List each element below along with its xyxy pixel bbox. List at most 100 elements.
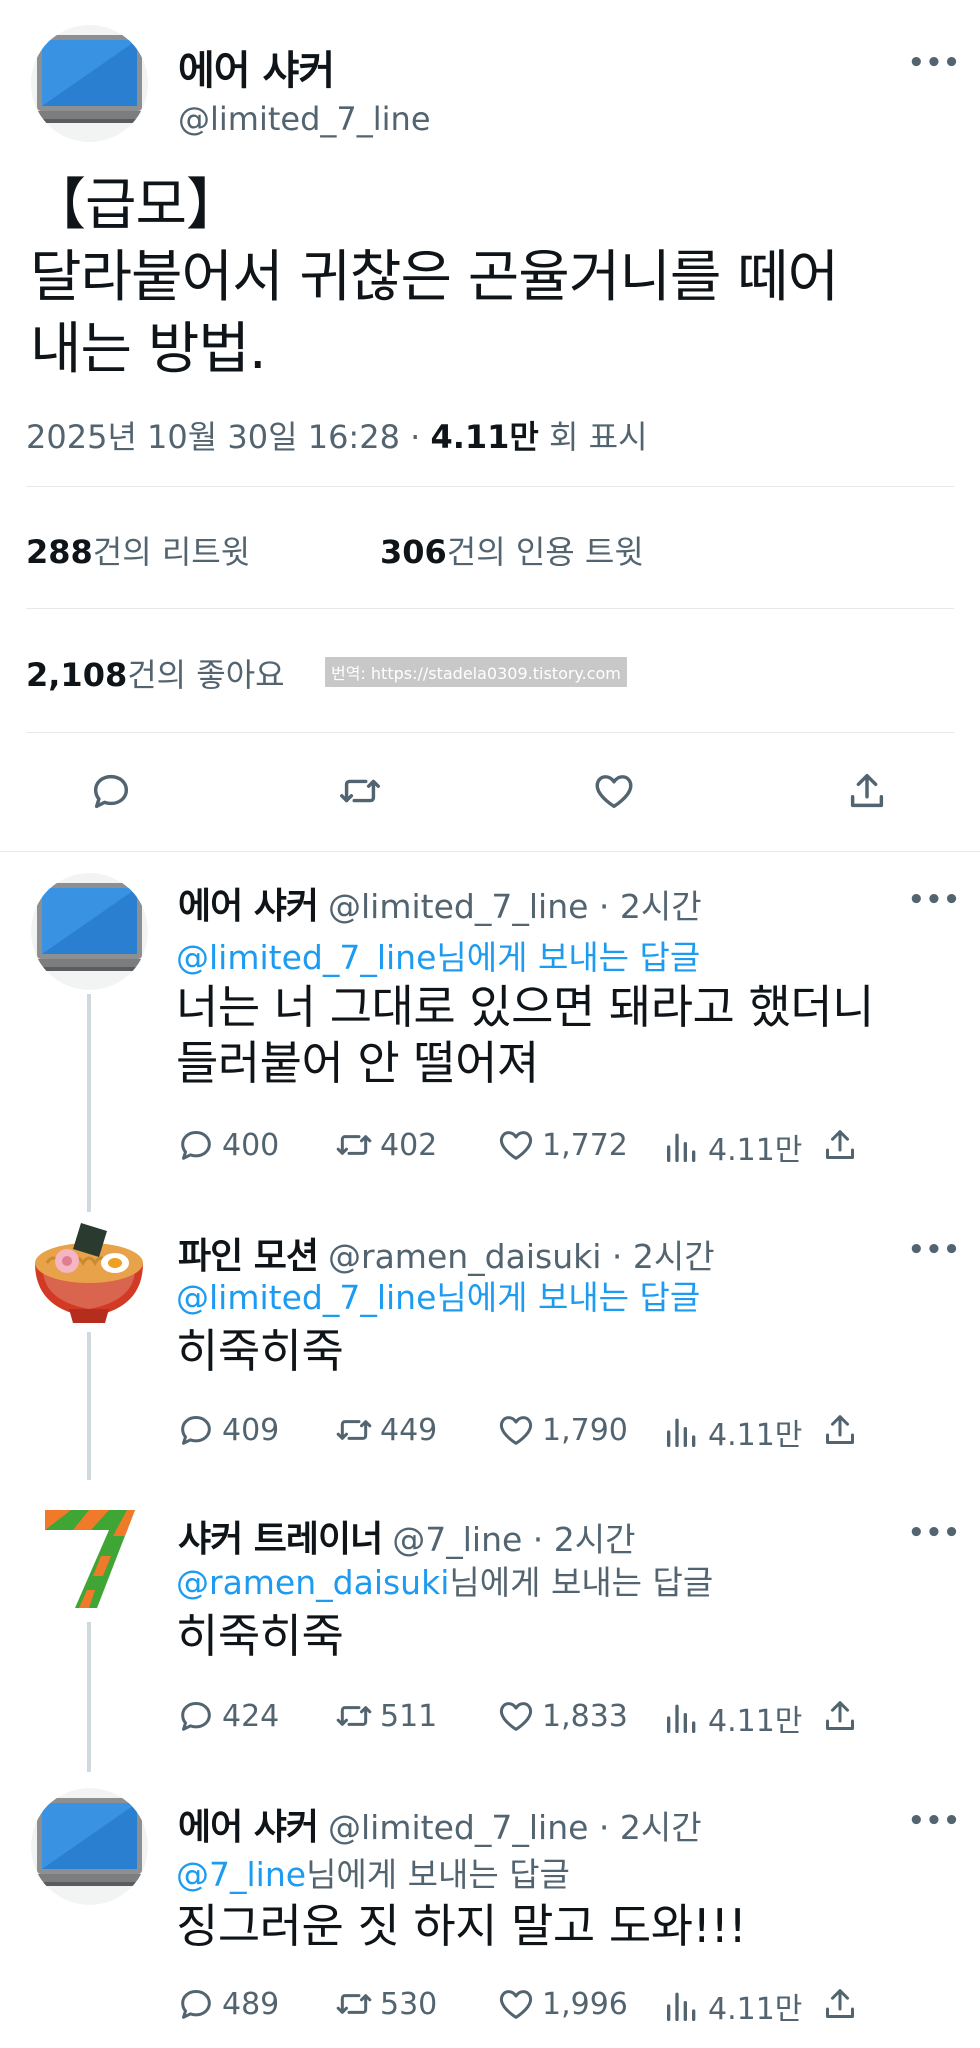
retweet-button[interactable]: 449 (334, 1410, 437, 1450)
reply-tweet[interactable]: 에어 샤커 @limited_7_line · 2시간 ••• @limited_… (0, 853, 980, 1193)
like-button[interactable]: 1,833 (496, 1696, 628, 1736)
author-handle[interactable]: @limited_7_line (178, 100, 431, 138)
replying-to: @limited_7_line님에게 보내는 답글 (176, 931, 700, 979)
views-button[interactable]: 4.11만 (662, 1984, 802, 2028)
reply-actions: 400 402 1,772 4.11만 (176, 1125, 866, 1168)
reply-author-handle[interactable]: @limited_7_line · 2시간 (328, 1808, 702, 1847)
retweet-button[interactable]: 511 (334, 1696, 437, 1736)
views-label: 회 표시 (549, 418, 648, 456)
tweet-body-line: 내는 방법. (30, 317, 267, 382)
share-icon[interactable] (844, 768, 890, 814)
reply-text-line: 징그러운 짓 하지 말고 도와!!! (176, 1899, 747, 1953)
reply-count: 424 (222, 1698, 280, 1734)
like-button[interactable]: 1,996 (496, 1984, 628, 2024)
reply-count-button[interactable]: 489 (176, 1984, 279, 2024)
views-icon (662, 1986, 702, 2026)
reply-header: 샤커 트레이너 @7_line · 2시간 (178, 1510, 636, 1562)
reply-count-button[interactable]: 409 (176, 1410, 279, 1450)
reply-author-handle[interactable]: @limited_7_line · 2시간 (328, 887, 702, 926)
share-icon (820, 1410, 860, 1450)
reply-icon (176, 1984, 216, 2024)
retweet-icon (334, 1696, 374, 1736)
reply-author-handle[interactable]: @7_line · 2시간 (392, 1520, 635, 1559)
reply-text-line: 너는 너 그대로 있으면 돼라고 했더니 (176, 980, 874, 1034)
reply-avatar[interactable] (25, 1205, 153, 1333)
replying-to-suffix: 님에게 보내는 답글 (449, 1563, 714, 1602)
reply-actions: 424 511 1,833 4.11만 (176, 1696, 866, 1739)
like-count: 1,772 (542, 1127, 628, 1163)
more-options-icon[interactable]: ••• (908, 1806, 961, 1836)
reply-count-button[interactable]: 424 (176, 1696, 279, 1736)
mention-link[interactable]: @ramen_daisuki (176, 1563, 449, 1602)
seven-avatar-icon (45, 1510, 135, 1608)
retweets-stat[interactable]: 288건의 리트윗 (26, 527, 250, 573)
retweet-icon[interactable] (337, 768, 383, 814)
retweet-count: 449 (380, 1412, 438, 1448)
views-button[interactable]: 4.11만 (662, 1125, 802, 1169)
reply-author-name[interactable]: 에어 샤커 (178, 886, 319, 927)
reply-actions: 409 449 1,790 4.11만 (176, 1410, 866, 1453)
reply-author-name[interactable]: 샤커 트레이너 (178, 1519, 383, 1560)
laptop-avatar-icon (31, 873, 148, 990)
reply-avatar[interactable] (31, 1788, 148, 1905)
replying-to: @limited_7_line님에게 보내는 답글 (176, 1271, 700, 1319)
likes-stat[interactable]: 2,108건의 좋아요 (26, 650, 285, 696)
replying-to-suffix: 님에게 보내는 답글 (436, 1278, 701, 1317)
more-options-icon[interactable]: ••• (908, 885, 961, 915)
views-button[interactable]: 4.11만 (662, 1696, 802, 1740)
reply-avatar[interactable] (31, 873, 148, 990)
replying-to-suffix: 님에게 보내는 답글 (436, 938, 701, 977)
heart-icon (496, 1696, 536, 1736)
views-icon (662, 1698, 702, 1738)
more-options-icon[interactable]: ••• (908, 1235, 961, 1265)
reply-tweet[interactable]: 샤커 트레이너 @7_line · 2시간 ••• @ramen_daisuki님… (0, 1478, 980, 1768)
author-name[interactable]: 에어 샤커 (178, 38, 335, 96)
like-button[interactable]: 1,790 (496, 1410, 628, 1450)
views-button[interactable]: 4.11만 (662, 1410, 802, 1454)
like-count: 1,833 (542, 1698, 628, 1734)
divider (26, 608, 954, 609)
reply-text-line: 히죽히죽 (176, 1609, 344, 1663)
retweet-button[interactable]: 530 (334, 1984, 437, 2024)
retweet-icon (334, 1125, 374, 1165)
reply-tweet[interactable]: 에어 샤커 @limited_7_line · 2시간 ••• @7_line님에… (0, 1768, 980, 2048)
reply-icon (176, 1696, 216, 1736)
mention-link[interactable]: @limited_7_line (176, 1278, 436, 1317)
timestamp[interactable]: 2025년 10월 30일 16:28 · (26, 418, 420, 456)
reply-avatar[interactable] (31, 1496, 148, 1613)
retweet-button[interactable]: 402 (334, 1125, 437, 1165)
views-count: 4.11만 (708, 1418, 803, 1453)
reply-author-name[interactable]: 에어 샤커 (178, 1807, 319, 1848)
share-button[interactable] (820, 1410, 866, 1450)
heart-icon (496, 1410, 536, 1450)
more-options-icon[interactable]: ••• (908, 1518, 961, 1548)
share-button[interactable] (820, 1984, 866, 2024)
retweet-count: 402 (380, 1127, 438, 1163)
divider (26, 486, 954, 487)
retweet-count: 530 (380, 1986, 438, 2022)
reply-count: 409 (222, 1412, 280, 1448)
share-button[interactable] (820, 1125, 866, 1165)
quotes-count: 306 (380, 533, 447, 571)
share-icon (820, 1984, 860, 2024)
share-icon (820, 1696, 860, 1736)
like-button[interactable]: 1,772 (496, 1125, 628, 1165)
reply-header: 에어 샤커 @limited_7_line · 2시간 (178, 877, 702, 929)
main-tweet: 에어 샤커 @limited_7_line ••• 【급모】 달라붙어서 귀찮은… (0, 0, 980, 852)
views-count: 4.11만 (708, 1992, 803, 2027)
more-options-icon[interactable]: ••• (908, 48, 961, 78)
views-icon (662, 1412, 702, 1452)
mention-link[interactable]: @7_line (176, 1855, 306, 1894)
likes-count: 2,108 (26, 656, 128, 694)
laptop-avatar-icon (31, 1788, 148, 1905)
retweets-count: 288 (26, 533, 93, 571)
author-avatar[interactable] (31, 25, 148, 142)
ramen-avatar-icon (35, 1223, 143, 1323)
reply-tweet[interactable]: 파인 모션 @ramen_daisuki · 2시간 ••• @limited_7… (0, 1193, 980, 1478)
share-button[interactable] (820, 1696, 866, 1736)
reply-count-button[interactable]: 400 (176, 1125, 279, 1165)
mention-link[interactable]: @limited_7_line (176, 938, 436, 977)
reply-icon[interactable] (88, 768, 134, 814)
quotes-stat[interactable]: 306건의 인용 트윗 (380, 527, 644, 573)
heart-icon[interactable] (591, 768, 637, 814)
